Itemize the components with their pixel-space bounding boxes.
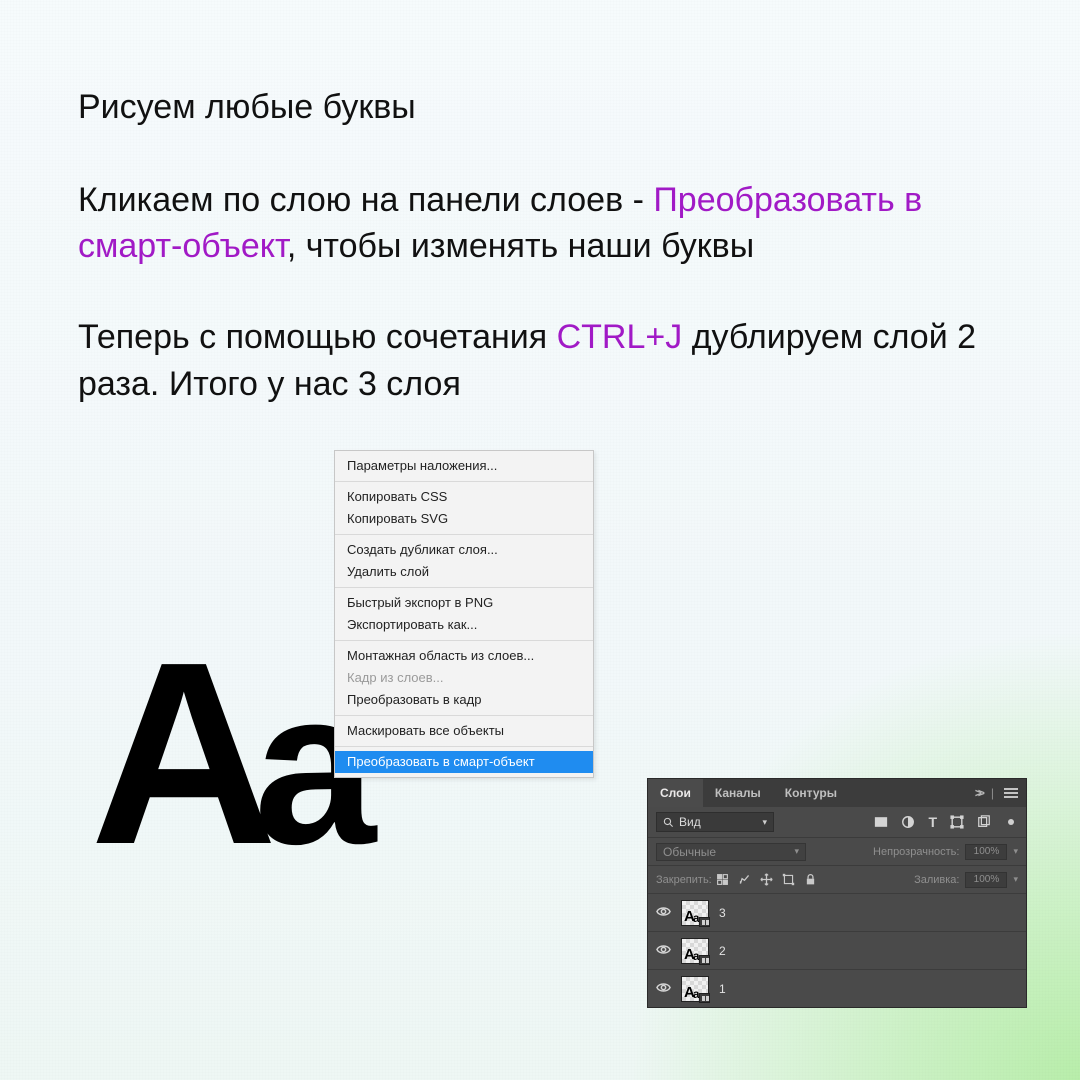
menu-artboard-from-layers[interactable]: Монтажная область из слоев...	[335, 645, 593, 667]
lock-position-icon[interactable]	[760, 873, 773, 886]
collapse-panel-icon[interactable]: >>	[975, 786, 981, 800]
paragraph-duplicate: Теперь с помощью сочетания CTRL+J дублир…	[78, 314, 1002, 408]
paragraph-smart-object: Кликаем по слою на панели слоев - Преобр…	[78, 177, 1002, 271]
menu-frame-from-layers: Кадр из слоев...	[335, 667, 593, 689]
layer-thumbnail: Aa	[681, 976, 709, 1002]
smartobject-badge-icon	[699, 955, 710, 965]
menu-delete-layer[interactable]: Удалить слой	[335, 561, 593, 583]
chevron-down-icon: ▾	[794, 846, 799, 857]
context-menu: Параметры наложения... Копировать CSS Ко…	[334, 450, 594, 778]
text: Кликаем по слою на панели слоев -	[78, 181, 653, 219]
accent-shortcut: CTRL+J	[557, 318, 683, 356]
menu-quick-export-png[interactable]: Быстрый экспорт в PNG	[335, 592, 593, 614]
menu-blending-options[interactable]: Параметры наложения...	[335, 455, 593, 477]
layer-name[interactable]: 1	[719, 982, 726, 996]
sample-letters: А а	[90, 650, 360, 858]
opacity-value[interactable]: 100%	[965, 844, 1007, 860]
smartobject-badge-icon	[699, 993, 710, 1003]
menu-copy-svg[interactable]: Копировать SVG	[335, 508, 593, 530]
fill-value[interactable]: 100%	[965, 872, 1007, 888]
smartobject-badge-icon	[699, 917, 710, 927]
chevron-down-icon: ▾	[762, 817, 767, 828]
visibility-toggle[interactable]	[656, 980, 671, 998]
layer-row[interactable]: Aa 3	[648, 893, 1026, 931]
filter-type-icon[interactable]: T	[928, 815, 937, 829]
menu-convert-to-frame[interactable]: Преобразовать в кадр	[335, 689, 593, 711]
filter-toggle-icon[interactable]	[1008, 819, 1014, 825]
menu-export-as[interactable]: Экспортировать как...	[335, 614, 593, 636]
menu-convert-to-smart-object[interactable]: Преобразовать в смарт-объект	[335, 751, 593, 773]
chevron-down-icon[interactable]: ▾	[1013, 846, 1018, 857]
layers-panel: Слои Каналы Контуры >> | Вид ▾ T Обычные…	[648, 779, 1026, 1007]
layer-thumbnail: Aa	[681, 938, 709, 964]
visibility-toggle[interactable]	[656, 942, 671, 960]
layer-filter-label: Вид	[679, 815, 701, 829]
chevron-down-icon[interactable]: ▾	[1013, 874, 1018, 885]
page-title: Рисуем любые буквы	[78, 86, 1002, 129]
menu-mask-all-objects[interactable]: Маскировать все объекты	[335, 720, 593, 742]
layer-name[interactable]: 3	[719, 906, 726, 920]
tab-channels[interactable]: Каналы	[703, 779, 773, 807]
lock-transparency-icon[interactable]	[716, 873, 729, 886]
lock-all-icon[interactable]	[804, 873, 817, 886]
layer-filter-select[interactable]: Вид ▾	[656, 812, 774, 832]
filter-adjustment-icon[interactable]	[901, 815, 915, 829]
layer-row[interactable]: Aa 1	[648, 969, 1026, 1007]
blend-mode-select[interactable]: Обычные ▾	[656, 843, 806, 861]
lock-label: Закрепить:	[656, 874, 712, 886]
capital-letter: А	[90, 650, 262, 858]
menu-duplicate-layer[interactable]: Создать дубликат слоя...	[335, 539, 593, 561]
opacity-label: Непрозрачность:	[873, 846, 959, 858]
layer-name[interactable]: 2	[719, 944, 726, 958]
panel-menu-icon[interactable]	[1004, 788, 1018, 798]
text: , чтобы изменять наши буквы	[287, 227, 754, 265]
visibility-toggle[interactable]	[656, 904, 671, 922]
tab-layers[interactable]: Слои	[648, 779, 703, 807]
text: Теперь с помощью сочетания	[78, 318, 557, 356]
layer-thumbnail: Aa	[681, 900, 709, 926]
fill-label: Заливка:	[914, 874, 959, 886]
filter-shape-icon[interactable]	[950, 815, 964, 829]
search-icon	[663, 817, 674, 828]
lock-artboard-icon[interactable]	[782, 873, 795, 886]
filter-pixel-icon[interactable]	[874, 815, 888, 829]
filter-smartobject-icon[interactable]	[977, 815, 991, 829]
blend-mode-label: Обычные	[663, 845, 716, 859]
layer-row[interactable]: Aa 2	[648, 931, 1026, 969]
lock-pixels-icon[interactable]	[738, 873, 751, 886]
tab-paths[interactable]: Контуры	[773, 779, 849, 807]
menu-copy-css[interactable]: Копировать CSS	[335, 486, 593, 508]
